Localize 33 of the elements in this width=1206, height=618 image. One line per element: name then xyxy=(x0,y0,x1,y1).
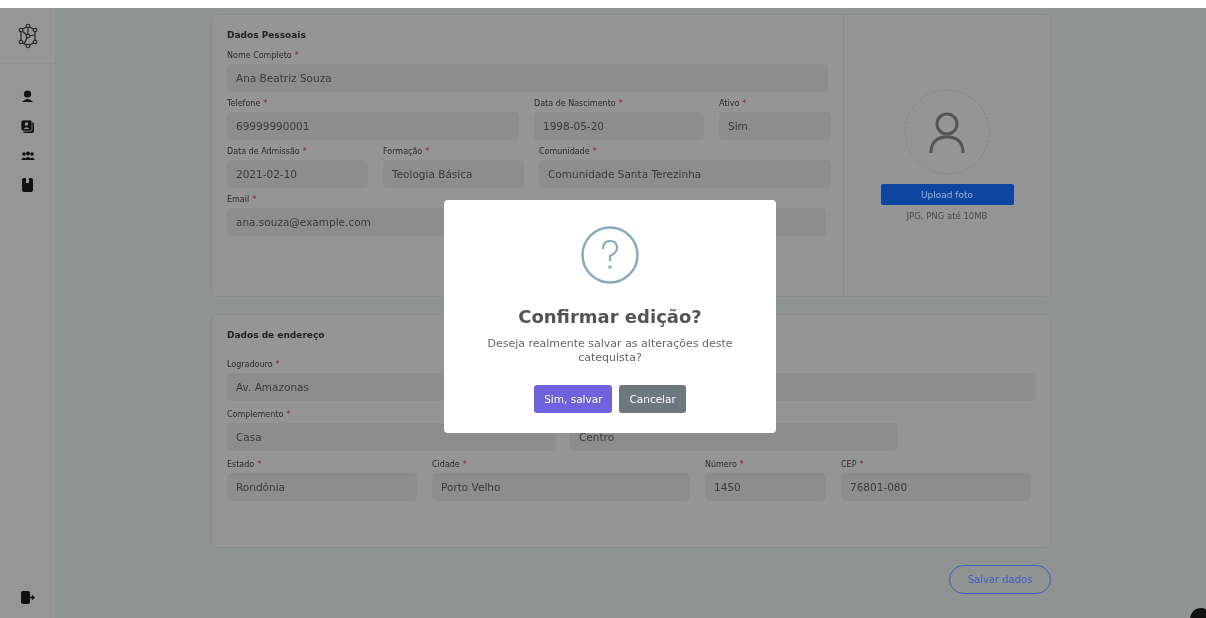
field-label: Formação xyxy=(383,147,423,156)
field-label: Cidade xyxy=(432,460,460,469)
upload-hint: JPG, PNG até 10MB xyxy=(906,211,988,221)
section-title: Dados Pessoais xyxy=(227,30,307,40)
required-mark: * xyxy=(425,147,430,156)
field-label: Telefone xyxy=(227,99,261,108)
section-title: Dados de endereço xyxy=(227,330,326,340)
required-mark: * xyxy=(286,410,291,419)
required-mark: * xyxy=(742,99,747,108)
field-label: Estado xyxy=(227,460,255,469)
field-label: CEP xyxy=(841,460,857,469)
field-label: Nome Completo xyxy=(227,51,292,60)
field-label: Comunidade xyxy=(539,147,590,156)
field-label: Email xyxy=(227,195,250,204)
required-mark: * xyxy=(275,360,280,369)
required-mark: * xyxy=(618,99,623,108)
dialog-message: Deseja realmente salvar as alterações deste catequista? xyxy=(486,337,734,365)
field-label: Data de Admissão xyxy=(227,147,300,156)
required-mark: * xyxy=(263,99,268,108)
required-mark: * xyxy=(462,460,467,469)
field-label: Complemento xyxy=(227,410,284,419)
field-label: Número xyxy=(705,460,737,469)
required-mark: * xyxy=(257,460,262,469)
field-label: Ativo xyxy=(719,99,740,108)
dialog-title: Confirmar edição? xyxy=(518,306,702,327)
required-mark: * xyxy=(592,147,597,156)
field-label: Logradouro xyxy=(227,360,273,369)
required-mark: * xyxy=(252,195,257,204)
field-label: Data de Nascimento xyxy=(534,99,616,108)
required-mark: * xyxy=(739,460,744,469)
required-mark: * xyxy=(859,460,864,469)
required-mark: * xyxy=(302,147,307,156)
required-mark: * xyxy=(294,51,299,60)
